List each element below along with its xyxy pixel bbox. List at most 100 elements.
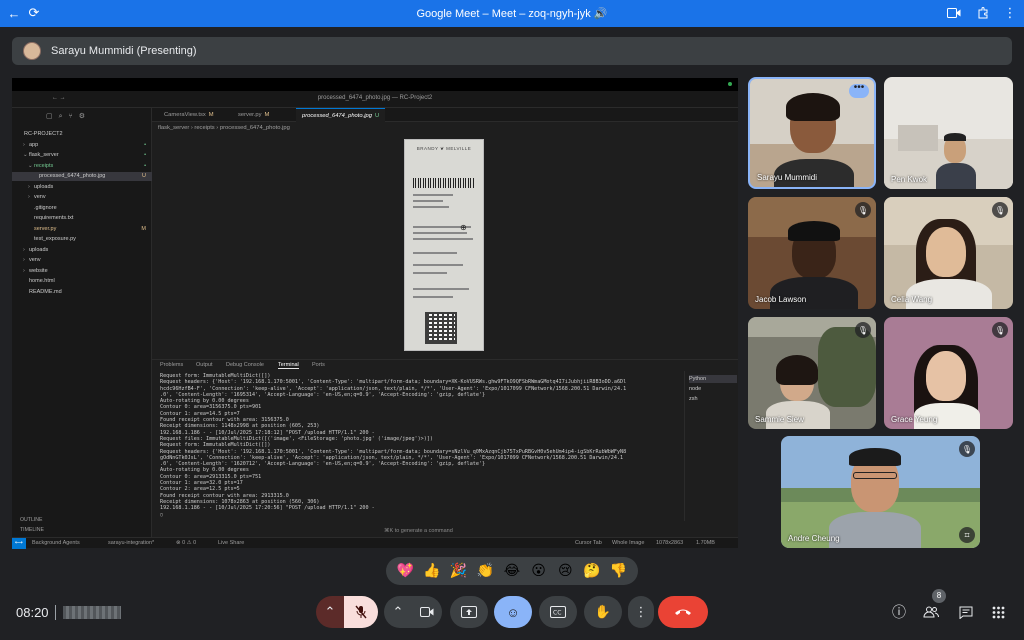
panel-tab[interactable]: Output	[196, 362, 213, 368]
explorer-item[interactable]: README.md	[12, 288, 152, 297]
explorer-item-label: venv	[34, 194, 46, 200]
explorer-item[interactable]: › venv	[12, 193, 152, 202]
timeline-section[interactable]: TIMELINE	[20, 527, 44, 533]
status-branch[interactable]: sarayu-integration*	[108, 540, 154, 546]
status-whole-image: Whole Image	[612, 540, 645, 546]
more-vert-icon[interactable]: ⋮	[1002, 5, 1018, 21]
panel-tabs: Problems Output Debug Console Terminal Ports	[152, 359, 738, 371]
status-live-share[interactable]: Live Share	[218, 540, 244, 546]
editor-tab[interactable]: CameraView.tsx M	[158, 108, 220, 122]
mic-off-icon: 🎙	[855, 322, 871, 338]
mic-toggle-button[interactable]	[344, 596, 378, 628]
breadcrumb[interactable]: flask_server › receipts › processed_6474…	[158, 125, 290, 131]
camera-toggle-button[interactable]	[412, 596, 442, 628]
terminal-line: Request headers: {'Host': '192.168.1.170…	[160, 379, 627, 386]
more-options-icon[interactable]: •••	[849, 83, 869, 98]
reaction-emoji[interactable]: 😮	[527, 557, 551, 585]
participant-tile[interactable]: 🎙 Celia Wang	[884, 197, 1013, 309]
explorer-item[interactable]: › website	[12, 267, 152, 276]
chat-icon[interactable]	[954, 600, 978, 624]
explorer-item[interactable]: processed_6474_photo.jpg U	[12, 172, 152, 181]
reaction-emoji[interactable]: 🎉	[447, 557, 471, 585]
panel-tab[interactable]: Terminal	[278, 362, 299, 369]
info-icon[interactable]: ⓘ	[887, 600, 911, 624]
explorer-item[interactable]: RC-PROJECT2	[12, 130, 152, 139]
explorer-item-label: uploads	[34, 183, 54, 190]
receipt-brand: BRANDY ❦ MELVILLE	[416, 146, 472, 151]
video-options-button[interactable]: ⌃	[384, 596, 412, 628]
explorer-item[interactable]: requirements.txt	[12, 214, 152, 223]
explorer-item-label: uploads	[29, 246, 49, 253]
participant-tile[interactable]: 🎙 Grace Yeung	[884, 317, 1013, 429]
terminal-session[interactable]: Python	[689, 375, 737, 383]
remote-icon[interactable]: ⟷	[12, 538, 26, 549]
status-problems[interactable]: ⊗ 0 ⚠ 0	[176, 540, 196, 546]
explorer-item[interactable]: › uploads	[12, 246, 152, 255]
terminal-session[interactable]: node	[689, 385, 737, 393]
svg-text:CC: CC	[553, 610, 561, 617]
outline-section[interactable]: OUTLINE	[20, 517, 42, 523]
reaction-emoji[interactable]: 😂	[500, 557, 524, 585]
nav-arrows-icon[interactable]: ← →	[52, 95, 66, 101]
status-agents[interactable]: Background Agents	[32, 540, 80, 546]
explorer-item[interactable]: server.py M	[12, 225, 152, 234]
git-status-badge: •	[144, 152, 146, 158]
panel-tab[interactable]: Debug Console	[226, 362, 264, 368]
audio-options-button[interactable]: ⌃	[316, 596, 344, 628]
terminal-output[interactable]: Request form: ImmutableMultiDict([]) Requ…	[160, 373, 680, 523]
raise-hand-button[interactable]: ✋	[584, 596, 622, 628]
participant-tile[interactable]: 🎙 Sammie Siew	[748, 317, 876, 429]
explorer-item[interactable]: test_exposure.py	[12, 235, 152, 244]
reaction-emoji[interactable]: 👎	[607, 557, 631, 585]
reaction-emoji[interactable]: 😢	[553, 557, 577, 585]
explorer-item-label: README.md	[29, 288, 62, 295]
more-options-button[interactable]: ⋮	[628, 596, 654, 628]
explorer-item-label: app	[29, 141, 39, 148]
participant-tile[interactable]: 🎙 ⌗ Andre Cheung	[781, 436, 980, 548]
explorer-item-label: website	[29, 267, 48, 274]
explorer-item[interactable]: home.html	[12, 277, 152, 286]
terminal-session[interactable]: zsh	[689, 395, 737, 403]
explorer-item[interactable]: › venv	[12, 256, 152, 265]
mic-off-icon: 🎙	[959, 441, 975, 457]
participant-name: Grace Yeung	[891, 415, 938, 424]
editor-tab[interactable]: processed_6474_photo.jpg U	[296, 108, 386, 122]
mic-off-icon: 🎙	[992, 322, 1008, 338]
reaction-emoji[interactable]: 💖	[393, 557, 417, 585]
participant-name: Sammie Siew	[755, 415, 804, 424]
editor-tab-label: CameraView.tsx	[164, 112, 206, 118]
explorer-item[interactable]: .gitignore	[12, 204, 152, 213]
git-status-badge: U	[142, 173, 146, 179]
explorer-item[interactable]: ⌄receipts •	[12, 162, 152, 171]
explorer-item[interactable]: ⌄flask_server •	[12, 151, 152, 160]
explorer-item-label: processed_6474_photo.jpg	[39, 173, 106, 179]
participant-tile[interactable]: Pen Kwok	[884, 77, 1013, 189]
people-count-badge: 8	[932, 589, 946, 603]
present-button[interactable]	[450, 596, 488, 628]
participant-tile[interactable]: ••• Sarayu Mummidi	[748, 77, 876, 189]
participant-tile[interactable]: 🎙 Jacob Lawson	[748, 197, 876, 309]
status-cursor-tab[interactable]: Cursor Tab	[575, 540, 602, 546]
explorer-item-label: RC-PROJECT2	[24, 131, 63, 137]
reactions-button[interactable]: ☺	[494, 596, 532, 628]
status-bar: ⟷ Background Agents sarayu-integration* …	[12, 537, 738, 549]
explorer-item[interactable]: › uploads	[12, 183, 152, 192]
activities-icon[interactable]	[986, 600, 1010, 624]
panel-tab[interactable]: Problems	[160, 362, 183, 368]
status-size: 1.70MB	[696, 540, 715, 546]
reaction-emoji[interactable]: 👍	[420, 557, 444, 585]
panel-tab[interactable]: Ports	[312, 362, 325, 368]
reaction-emoji[interactable]: 👏	[473, 557, 497, 585]
qr-code	[425, 312, 457, 344]
participant-name: Sarayu Mummidi	[757, 173, 818, 182]
camera-icon[interactable]	[946, 5, 962, 21]
captions-button[interactable]: CC	[539, 596, 577, 628]
end-call-button[interactable]	[658, 596, 708, 628]
extensions-icon[interactable]	[975, 5, 991, 21]
sidebar-toolbar-icons[interactable]: ▢⌕⑂⚙	[46, 112, 91, 121]
editor-tab[interactable]: server.py M	[232, 108, 275, 122]
reaction-emoji[interactable]: 🤔	[580, 557, 604, 585]
people-icon[interactable]	[919, 600, 943, 624]
explorer-item[interactable]: › app •	[12, 141, 152, 150]
crop-icon[interactable]: ⌗	[959, 527, 975, 543]
